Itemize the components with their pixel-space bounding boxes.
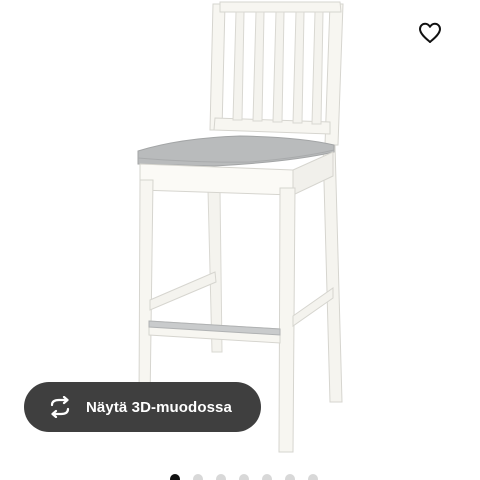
rotate-3d-icon [46, 396, 74, 418]
pagination-dot[interactable] [285, 474, 295, 480]
pagination-dot[interactable] [239, 474, 249, 480]
view-3d-label: Näytä 3D-muodossa [86, 398, 232, 416]
favorite-button[interactable] [414, 18, 446, 48]
pagination-dot[interactable] [262, 474, 272, 480]
pagination-dot[interactable] [193, 474, 203, 480]
product-gallery: Näytä 3D-muodossa [0, 0, 480, 480]
heart-icon [419, 22, 441, 43]
pagination-dot[interactable] [308, 474, 318, 480]
pagination-dot[interactable] [216, 474, 226, 480]
view-3d-button[interactable]: Näytä 3D-muodossa [24, 382, 261, 432]
pagination-dot[interactable] [170, 474, 180, 480]
gallery-pagination [170, 474, 318, 480]
